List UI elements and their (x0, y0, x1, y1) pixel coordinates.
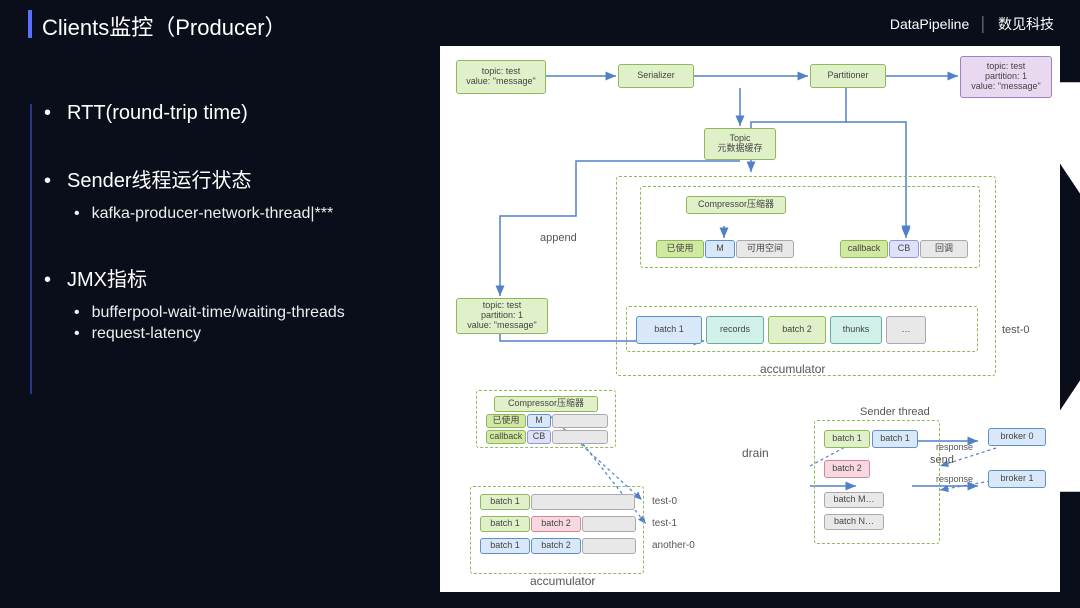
thunks-box: thunks (830, 316, 882, 344)
response2-label: response (936, 474, 973, 484)
batch1-box: batch 1 (636, 316, 702, 344)
bullet-1: RTT(round-trip time) (28, 100, 428, 126)
sender-thread-label: Sender thread (860, 406, 930, 418)
l-batch2: batch 2 (531, 516, 581, 532)
append-label: append (540, 232, 577, 244)
bullet-3-2: request-latency (28, 324, 428, 345)
s-batch1b: batch 1 (872, 430, 918, 448)
output-box: topic: test partition: 1 value: "message… (960, 56, 1052, 98)
l-pad1 (531, 494, 635, 510)
batch2-box: batch 2 (768, 316, 826, 344)
huidiao2-box (552, 430, 608, 444)
broker0-box: broker 0 (988, 428, 1046, 446)
bullet-2: Sender线程运行状态 kafka-producer-network-thre… (28, 168, 428, 225)
l-batch1: batch 1 (480, 494, 530, 510)
cb2-box: CB (527, 430, 551, 444)
l-batch2b: batch 2 (531, 538, 581, 554)
input-box: topic: test value: "message" (456, 60, 546, 94)
used-box: 已使用 (656, 240, 704, 258)
title-accent (28, 10, 32, 38)
broker1-box: broker 1 (988, 470, 1046, 488)
bullet-3-1: bufferpool-wait-time/waiting-threads (28, 303, 428, 324)
free-box: 可用空间 (736, 240, 794, 258)
callback2-box: callback (486, 430, 526, 444)
m2-box: M (527, 414, 551, 428)
huidiao-box: 回调 (920, 240, 968, 258)
l-another0: another-0 (652, 540, 695, 551)
lower-acc-label: accumulator (530, 574, 595, 588)
free2-box (552, 414, 608, 428)
s-batch1: batch 1 (824, 430, 870, 448)
s-batch2: batch 2 (824, 460, 870, 478)
cb-box: CB (889, 240, 919, 258)
page-title: Clients监控（Producer） (42, 10, 287, 42)
brand-logo: DataPipeline │ 数见科技 (890, 14, 1054, 34)
l-pad3 (582, 538, 636, 554)
append-detail-box: topic: test partition: 1 value: "message… (456, 298, 548, 334)
bullet-2-1: kafka-producer-network-thread|*** (28, 204, 428, 225)
dots-box: … (886, 316, 926, 344)
compressor2-box: Compressor压缩器 (494, 396, 598, 412)
l-pad2 (582, 516, 636, 532)
m-box: M (705, 240, 735, 258)
compressor-box: Compressor压缩器 (686, 196, 786, 214)
brand-tag: 数见科技 (998, 14, 1054, 34)
s-batchM: batch M… (824, 492, 884, 508)
partitioner-box: Partitioner (810, 64, 886, 88)
response1-label: response (936, 442, 973, 452)
brand-sep: │ (979, 16, 988, 32)
s-batchN: batch N… (824, 514, 884, 530)
bullet-list: RTT(round-trip time) Sender线程运行状态 kafka-… (28, 100, 428, 386)
l-test0: test-0 (652, 496, 677, 507)
l-test1: test-1 (652, 518, 677, 529)
callback-box: callback (840, 240, 888, 258)
l-batch1c: batch 1 (480, 538, 530, 554)
topic-meta-box: Topic 元数据缓存 (704, 128, 776, 160)
test0-label: test-0 (1002, 324, 1030, 336)
drain-label: drain (742, 446, 769, 460)
producer-diagram: topic: test value: "message" Serializer … (440, 46, 1060, 592)
serializer-box: Serializer (618, 64, 694, 88)
brand-name: DataPipeline (890, 16, 969, 32)
bullet-3: JMX指标 bufferpool-wait-time/waiting-threa… (28, 267, 428, 345)
records-box: records (706, 316, 764, 344)
accumulator-label: accumulator (760, 362, 825, 376)
send-label: send (930, 454, 954, 466)
l-batch1b: batch 1 (480, 516, 530, 532)
used2-box: 已使用 (486, 414, 526, 428)
